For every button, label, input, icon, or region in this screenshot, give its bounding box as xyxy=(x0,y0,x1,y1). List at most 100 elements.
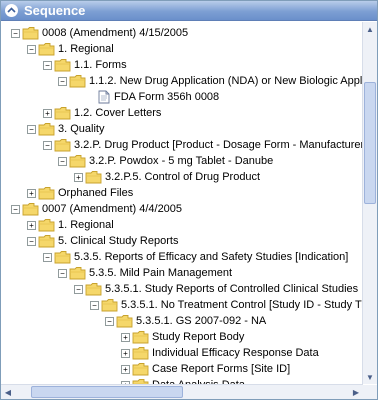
document-icon xyxy=(98,90,110,104)
tree-node-label: 0007 (Amendment) 4/4/2005 xyxy=(42,203,183,215)
collapse-node-icon[interactable]: − xyxy=(90,300,99,310)
sequence-panel: Sequence −0008 (Amendment) 4/15/2005−1. … xyxy=(0,0,378,400)
tree-node-label: 1. Regional xyxy=(58,219,114,231)
tree-node[interactable]: + Orphaned Files xyxy=(27,185,133,201)
scroll-up-icon[interactable]: ▲ xyxy=(363,22,377,36)
panel-title: Sequence xyxy=(24,3,86,18)
folder-icon xyxy=(22,26,39,40)
tree-node[interactable]: FDA Form 356h 0008 xyxy=(87,89,219,105)
tree-node[interactable]: +3.2.P.5. Control of Drug Product xyxy=(74,169,260,185)
collapse-node-icon[interactable]: − xyxy=(105,316,114,326)
tree-node[interactable]: − 5. Clinical Study Reports xyxy=(27,233,178,249)
collapse-node-icon[interactable]: − xyxy=(27,124,36,134)
folder-icon xyxy=(69,266,86,280)
folder-icon xyxy=(116,314,133,328)
tree-node[interactable]: + Case Report Forms [Site ID] xyxy=(121,361,290,377)
tree-node[interactable]: +1.2. Cover Letters xyxy=(43,105,161,121)
collapse-node-icon[interactable]: − xyxy=(43,252,52,262)
scroll-right-icon[interactable]: ▶ xyxy=(349,385,363,399)
tree-node[interactable]: − 1.1. Forms xyxy=(43,57,127,73)
tree-node-label: Individual Efficacy Response Data xyxy=(152,347,319,359)
tree-node-label: 1.1. Forms xyxy=(74,59,127,71)
tree-node-label: 1.2. Cover Letters xyxy=(74,107,162,119)
tree-node[interactable]: + Individual Efficacy Response Data xyxy=(121,345,319,361)
tree-node[interactable]: − 1.1.2. New Drug Application (NDA) or Ne… xyxy=(58,73,363,89)
tree-node-label: 3.2.P. Powdox - 5 mg Tablet - Danube xyxy=(89,155,274,167)
vertical-scroll-thumb[interactable] xyxy=(364,82,376,204)
folder-icon xyxy=(54,250,71,264)
sequence-tree: −0008 (Amendment) 4/15/2005−1. Regional −… xyxy=(1,22,363,384)
tree-node-label: 5.3.5. Reports of Efficacy and Safety St… xyxy=(74,251,349,263)
tree-node[interactable]: − 3. Quality xyxy=(27,121,104,137)
tree-node-label: 1.1.2. New Drug Application (NDA) or New… xyxy=(89,75,363,87)
tree-node-label: 5.3.5.1. GS 2007-092 - NA xyxy=(136,315,267,327)
folder-icon xyxy=(85,170,102,184)
folder-icon xyxy=(85,282,102,296)
collapse-node-icon[interactable]: − xyxy=(27,236,36,246)
folder-icon xyxy=(38,218,55,232)
folder-icon xyxy=(132,330,149,344)
horizontal-scrollbar[interactable]: ◀ ▶ xyxy=(1,384,363,399)
tree-node[interactable]: − 3.2.P. Drug Product [Product - Dosage F… xyxy=(43,137,363,153)
tree-node[interactable]: +1. Regional xyxy=(27,217,114,233)
tree-node[interactable]: +Data Analysis Data xyxy=(121,377,245,384)
folder-icon xyxy=(38,234,55,248)
collapse-node-icon[interactable]: − xyxy=(43,140,52,150)
tree-node-label: 5.3.5.1. Study Reports of Controlled Cli… xyxy=(105,283,363,295)
tree-node[interactable]: − 5.3.5. Reports of Efficacy and Safety S… xyxy=(43,249,348,265)
tree-node[interactable]: − 5.3.5. Mild Pain Management xyxy=(58,265,232,281)
tree-node[interactable]: + Study Report Body xyxy=(121,329,244,345)
scroll-left-icon[interactable]: ◀ xyxy=(1,385,15,399)
expand-node-icon[interactable]: + xyxy=(43,108,52,118)
scroll-corner xyxy=(363,385,377,399)
expand-node-icon[interactable]: + xyxy=(27,188,36,198)
tree-node[interactable]: − 0008 (Amendment) 4/15/2005 xyxy=(11,25,188,41)
folder-icon xyxy=(132,362,149,376)
tree-node[interactable]: − 5.3.5.1. No Treatment Control [Study ID… xyxy=(90,297,363,313)
collapse-icon[interactable] xyxy=(5,4,18,17)
tree-node-label: 1. Regional xyxy=(58,43,114,55)
folder-icon xyxy=(54,58,71,72)
folder-icon xyxy=(22,202,39,216)
collapse-node-icon[interactable]: − xyxy=(58,268,67,278)
folder-icon xyxy=(38,122,55,136)
expand-node-icon[interactable]: + xyxy=(121,348,130,358)
tree-node[interactable]: − 5.3.5.1. Study Reports of Controlled Cl… xyxy=(74,281,363,297)
horizontal-scroll-thumb[interactable] xyxy=(31,386,183,398)
folder-icon xyxy=(38,42,55,56)
scroll-down-icon[interactable]: ▼ xyxy=(363,370,377,384)
folder-icon xyxy=(69,154,86,168)
tree-node-label: 5.3.5. Mild Pain Management xyxy=(89,267,233,279)
vertical-scrollbar[interactable]: ▲ ▼ xyxy=(362,22,377,384)
tree-node-label: Orphaned Files xyxy=(58,187,134,199)
tree-node[interactable]: − 5.3.5.1. GS 2007-092 - NA xyxy=(105,313,266,329)
collapse-node-icon[interactable]: − xyxy=(58,76,67,86)
collapse-node-icon[interactable]: − xyxy=(43,60,52,70)
collapse-node-icon[interactable]: − xyxy=(74,284,83,294)
tree-node-label: 5.3.5.1. No Treatment Control [Study ID … xyxy=(121,299,363,311)
tree-node-label: 3.2.P.5. Control of Drug Product xyxy=(105,171,261,183)
tree-node[interactable]: − 0007 (Amendment) 4/4/2005 xyxy=(11,201,182,217)
expand-node-icon[interactable]: + xyxy=(27,220,36,230)
tree-node-label: Study Report Body xyxy=(152,331,245,343)
folder-icon xyxy=(69,74,86,88)
expand-node-icon[interactable]: + xyxy=(121,332,130,342)
folder-icon xyxy=(38,186,55,200)
folder-icon xyxy=(132,346,149,360)
folder-icon xyxy=(101,298,118,312)
tree-node-label: 3.2.P. Drug Product [Product - Dosage Fo… xyxy=(74,139,363,151)
collapse-node-icon[interactable]: − xyxy=(58,156,67,166)
folder-icon xyxy=(54,138,71,152)
tree-node-label: Case Report Forms [Site ID] xyxy=(152,363,291,375)
tree-node-label: 5. Clinical Study Reports xyxy=(58,235,179,247)
collapse-node-icon[interactable]: − xyxy=(11,28,20,38)
folder-icon xyxy=(54,106,71,120)
collapse-node-icon[interactable]: − xyxy=(11,204,20,214)
expand-node-icon[interactable]: + xyxy=(74,172,83,182)
panel-titlebar: Sequence xyxy=(1,1,377,21)
collapse-node-icon[interactable]: − xyxy=(27,44,36,54)
tree-node[interactable]: − 3.2.P. Powdox - 5 mg Tablet - Danube xyxy=(58,153,273,169)
tree-node-label: 3. Quality xyxy=(58,123,105,135)
tree-node[interactable]: − 1. Regional xyxy=(27,41,114,57)
expand-node-icon[interactable]: + xyxy=(121,364,130,374)
